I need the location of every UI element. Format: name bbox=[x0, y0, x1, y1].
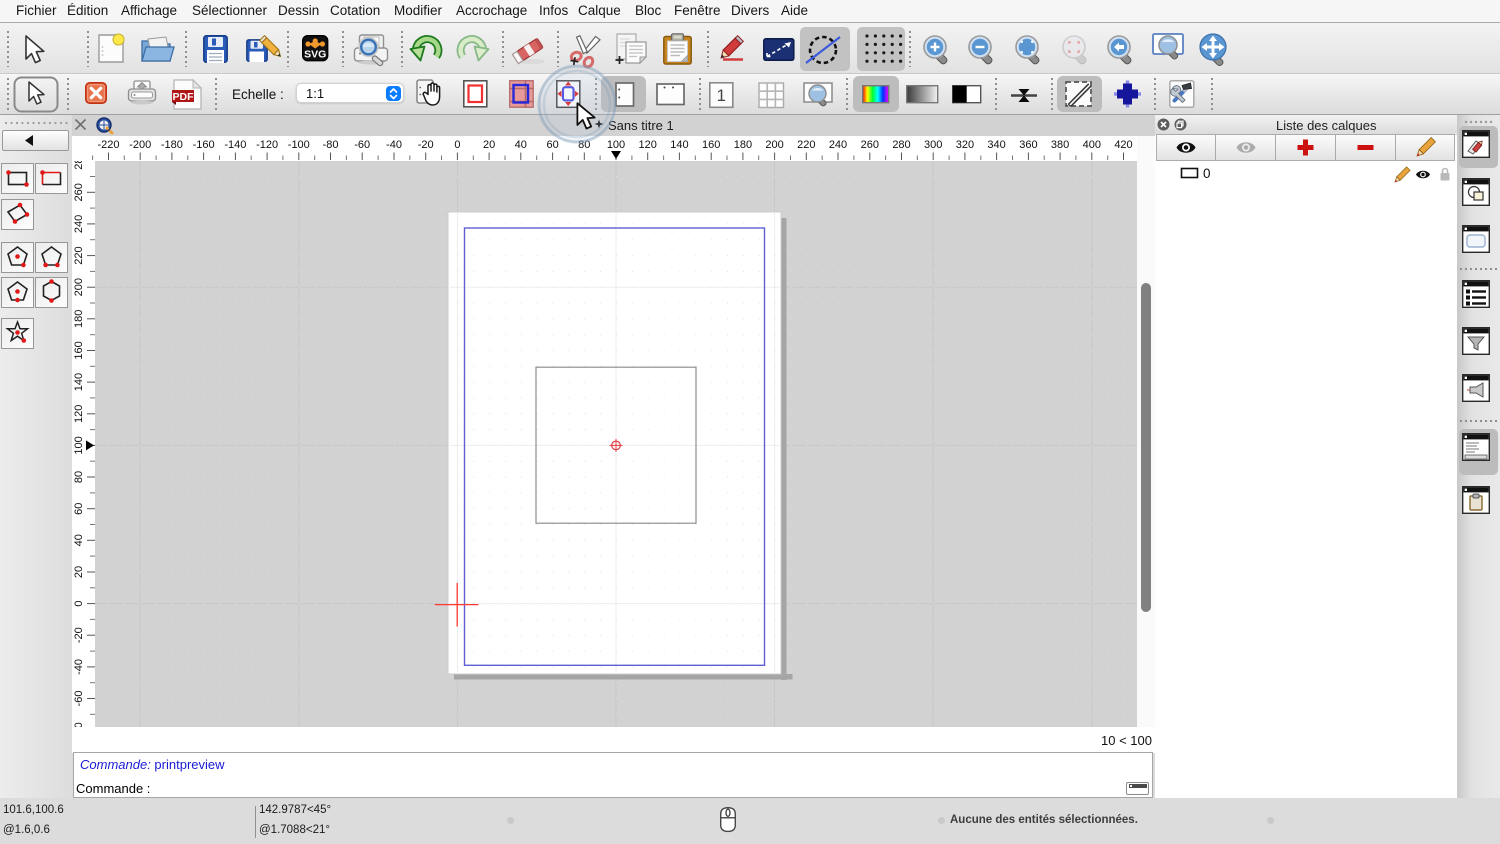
svg-text:60: 60 bbox=[73, 503, 85, 515]
svg-text:-180: -180 bbox=[161, 139, 183, 151]
svg-text:400: 400 bbox=[1083, 139, 1101, 151]
svg-text:-60: -60 bbox=[354, 139, 370, 151]
svg-text:240: 240 bbox=[829, 139, 847, 151]
svg-text:-40: -40 bbox=[73, 659, 85, 675]
svg-text:0: 0 bbox=[73, 601, 85, 607]
svg-text:-100: -100 bbox=[288, 139, 310, 151]
svg-text:160: 160 bbox=[73, 341, 85, 359]
svg-text:-160: -160 bbox=[193, 139, 215, 151]
svg-text:280: 280 bbox=[892, 139, 910, 151]
svg-text:200: 200 bbox=[765, 139, 783, 151]
svg-text:1: 1 bbox=[716, 86, 725, 105]
svg-text:140: 140 bbox=[73, 373, 85, 391]
svg-text:-20: -20 bbox=[73, 627, 85, 643]
svg-text:360: 360 bbox=[1019, 139, 1037, 151]
svg-text:140: 140 bbox=[670, 139, 688, 151]
svg-text:280: 280 bbox=[73, 161, 85, 170]
svg-text:220: 220 bbox=[73, 246, 85, 264]
svg-text:-40: -40 bbox=[386, 139, 402, 151]
svg-text:320: 320 bbox=[956, 139, 974, 151]
svg-text:SVG: SVG bbox=[304, 49, 326, 61]
svg-text:20: 20 bbox=[483, 139, 495, 151]
svg-text:120: 120 bbox=[639, 139, 657, 151]
svg-text:80: 80 bbox=[73, 471, 85, 483]
svg-text:-80: -80 bbox=[323, 139, 339, 151]
svg-text:-220: -220 bbox=[97, 139, 119, 151]
svg-text:-120: -120 bbox=[256, 139, 278, 151]
svg-text:200: 200 bbox=[73, 278, 85, 296]
svg-text:-60: -60 bbox=[73, 691, 85, 707]
svg-text:-140: -140 bbox=[224, 139, 246, 151]
svg-text:0: 0 bbox=[1203, 166, 1211, 181]
svg-text:20: 20 bbox=[73, 566, 85, 578]
svg-text:120: 120 bbox=[73, 405, 85, 423]
svg-text:380: 380 bbox=[1051, 139, 1069, 151]
svg-text:0: 0 bbox=[454, 139, 460, 151]
svg-text:240: 240 bbox=[73, 215, 85, 233]
svg-text:420: 420 bbox=[1114, 139, 1132, 151]
svg-text:340: 340 bbox=[987, 139, 1005, 151]
svg-text:PDF: PDF bbox=[173, 91, 195, 103]
svg-text:260: 260 bbox=[861, 139, 879, 151]
svg-text:-20: -20 bbox=[418, 139, 434, 151]
svg-text:40: 40 bbox=[73, 534, 85, 546]
svg-text:300: 300 bbox=[924, 139, 942, 151]
svg-text:160: 160 bbox=[702, 139, 720, 151]
svg-text:180: 180 bbox=[734, 139, 752, 151]
svg-text:260: 260 bbox=[73, 183, 85, 201]
svg-text:-200: -200 bbox=[129, 139, 151, 151]
svg-text:180: 180 bbox=[73, 310, 85, 328]
svg-text:100: 100 bbox=[73, 436, 85, 454]
svg-text:220: 220 bbox=[797, 139, 815, 151]
